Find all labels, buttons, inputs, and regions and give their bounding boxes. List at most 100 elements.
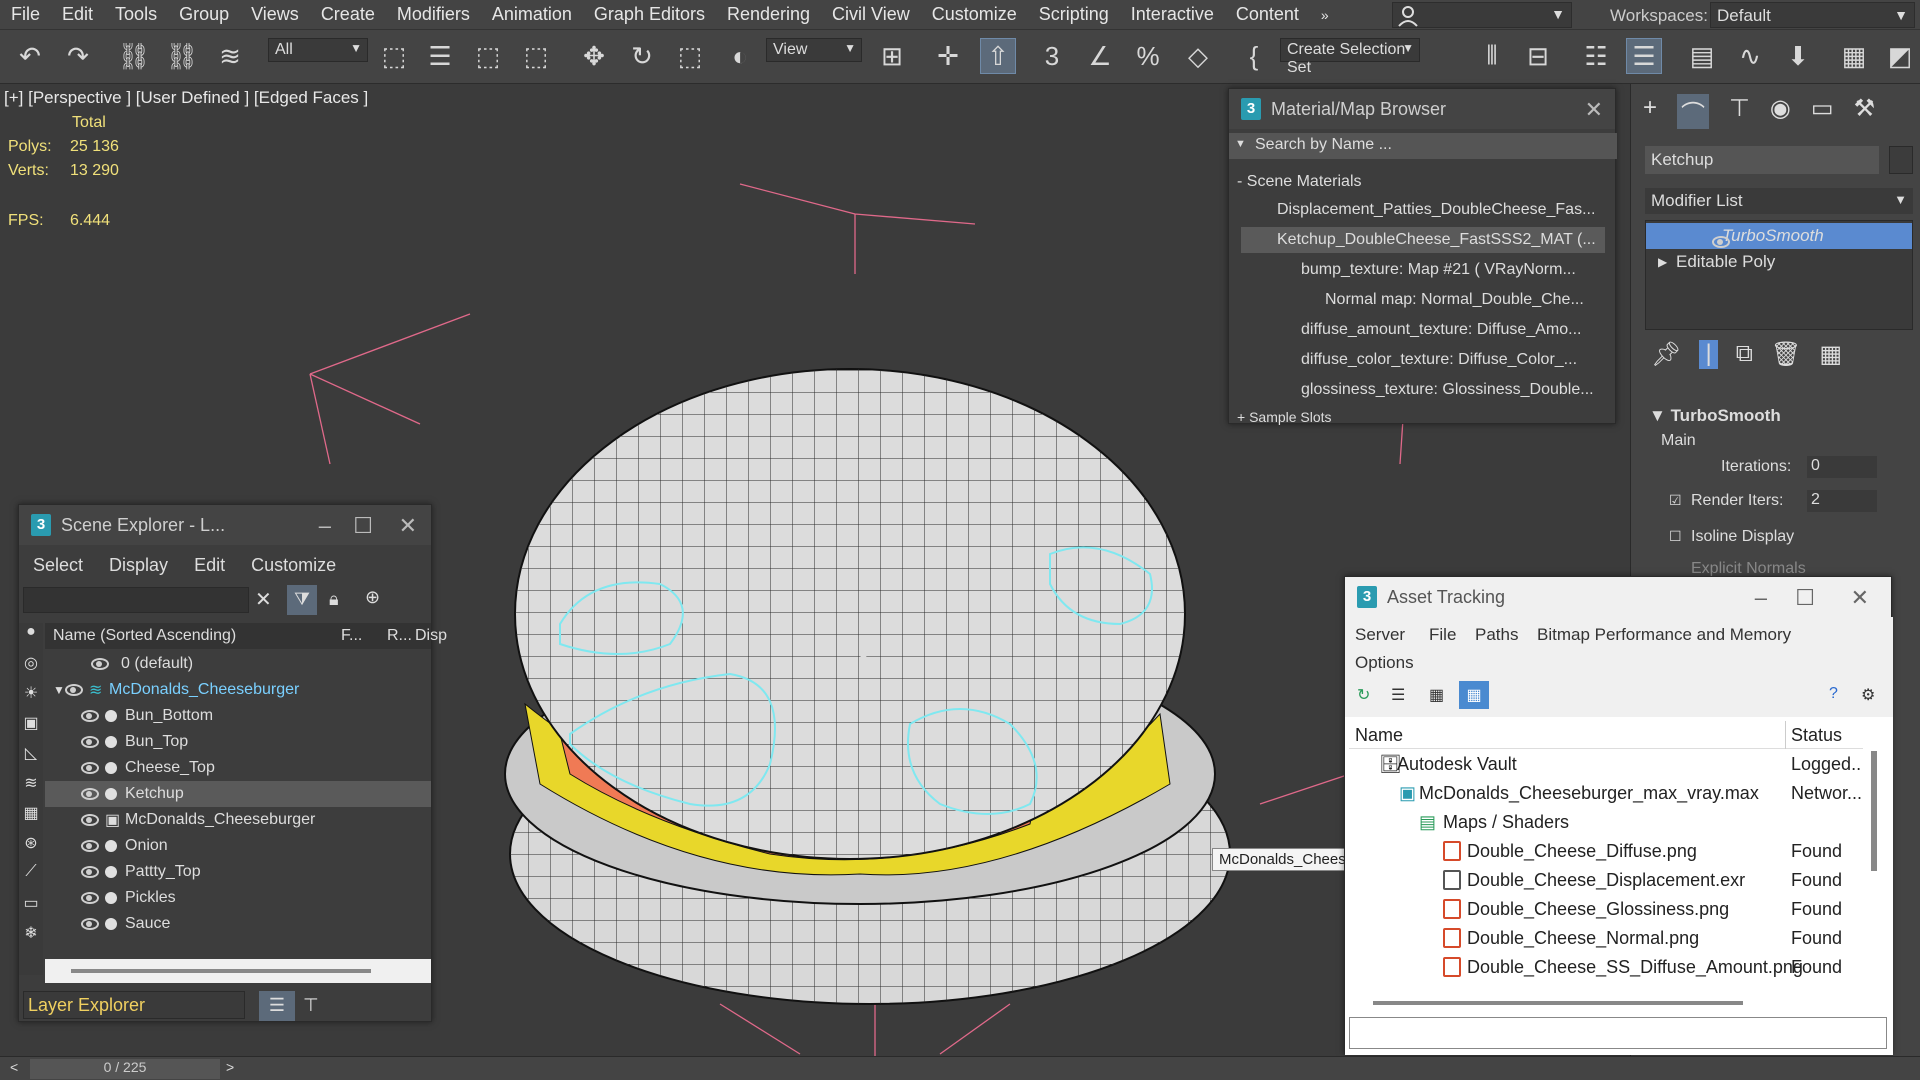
table-row[interactable]: Onion xyxy=(45,833,431,859)
frozen-filter-icon[interactable]: ❄ xyxy=(19,923,43,953)
window-crossing-icon[interactable]: ⬚ xyxy=(518,38,554,74)
bind-spacewarp-icon[interactable]: ≋ xyxy=(212,38,248,74)
table-row[interactable]: ▣ McDonalds_Cheeseburger xyxy=(45,807,431,833)
frame-counter[interactable]: 0 / 225 xyxy=(30,1059,220,1079)
helper-filter-icon[interactable]: ◺ xyxy=(19,743,43,773)
modifier-list-dropdown[interactable]: Modifier List ▼ xyxy=(1645,188,1913,214)
list-item[interactable]: Ketchup_DoubleCheese_FastSSS2_MAT (... xyxy=(1241,227,1605,253)
named-selection-icon[interactable]: { xyxy=(1236,38,1272,74)
light-filter-icon[interactable]: ☀ xyxy=(19,683,43,713)
show-end-result-icon[interactable]: | xyxy=(1699,340,1718,369)
scale-icon[interactable]: ⬚ xyxy=(672,38,708,74)
eye-icon[interactable] xyxy=(81,892,99,904)
list-view-icon[interactable]: ☰ xyxy=(1391,685,1405,705)
table-row[interactable]: Cheese_Top xyxy=(45,755,431,781)
menu-interactive[interactable]: Interactive xyxy=(1120,4,1225,25)
mirror-icon[interactable]: ⫴ xyxy=(1474,38,1510,74)
asset-path-field[interactable] xyxy=(1349,1017,1887,1049)
material-list[interactable]: Displacement_Patties_DoubleCheese_Fas...… xyxy=(1241,197,1605,407)
table-row[interactable]: Ketchup xyxy=(45,781,431,807)
time-slider[interactable]: < 0 / 225 > xyxy=(0,1056,1920,1080)
utilities-tab-icon[interactable]: ⚒ xyxy=(1854,94,1876,129)
eye-icon[interactable] xyxy=(81,866,99,878)
material-browser-titlebar[interactable]: 3 Material/Map Browser ✕ xyxy=(1229,89,1615,129)
settings-icon[interactable]: ⚙ xyxy=(1861,685,1875,705)
eye-icon[interactable] xyxy=(81,762,99,774)
menu-edit[interactable]: Edit xyxy=(51,4,104,25)
eye-icon[interactable] xyxy=(81,788,99,800)
snaps-toggle-icon[interactable]: 3 xyxy=(1034,38,1070,74)
list-item[interactable]: diffuse_amount_texture: Diffuse_Amo... xyxy=(1241,317,1605,343)
eye-icon[interactable] xyxy=(81,840,99,852)
clear-icon[interactable]: ✕ xyxy=(255,587,272,612)
expand-icon[interactable]: ▼ xyxy=(53,683,65,697)
menu-server[interactable]: Server xyxy=(1355,625,1405,645)
menu-options[interactable]: Options xyxy=(1355,653,1414,673)
asset-rows[interactable]: 🗄︎ Autodesk Vault Logged... ▣ McDonalds_Che… xyxy=(1349,751,1863,991)
reference-coordinate-dropdown[interactable]: View ▼ xyxy=(766,38,862,62)
eye-icon[interactable] xyxy=(91,658,109,670)
motion-tab-icon[interactable]: ◉ xyxy=(1770,94,1791,129)
list-item[interactable]: Displacement_Patties_DoubleCheese_Fas... xyxy=(1241,197,1605,223)
menu-file[interactable]: File xyxy=(0,4,51,25)
table-row[interactable]: Pattty_Top xyxy=(45,859,431,885)
col-status[interactable]: Status xyxy=(1791,725,1842,746)
create-tab-icon[interactable]: + xyxy=(1643,94,1657,129)
sample-slots-header[interactable]: + Sample Slots xyxy=(1237,409,1332,425)
viewport-label[interactable]: [+] [Perspective ] [User Defined ] [Edge… xyxy=(4,88,368,108)
modifier-stack[interactable]: TurboSmooth ▶ Editable Poly xyxy=(1645,220,1913,330)
configure-sets-icon[interactable]: ▦ xyxy=(1819,340,1842,369)
scene-search-input[interactable] xyxy=(23,587,249,613)
unlink-icon[interactable]: ⛓ xyxy=(164,38,200,74)
rotate-icon[interactable]: ↻ xyxy=(624,38,660,74)
material-search-input[interactable]: ▼ Search by Name ... xyxy=(1229,133,1617,159)
table-row[interactable]: Bun_Top xyxy=(45,729,431,755)
minimize-icon[interactable]: – xyxy=(1755,585,1767,611)
isoline-display-checkbox[interactable]: ☐ xyxy=(1669,528,1682,545)
table-row[interactable]: Double_Cheese_Normal.png Found xyxy=(1349,925,1863,951)
object-name-field[interactable]: Ketchup xyxy=(1645,146,1879,174)
table-row[interactable]: ▼ ≋ McDonalds_Cheeseburger xyxy=(45,677,431,703)
menu-file[interactable]: File xyxy=(1429,625,1456,645)
refresh-icon[interactable]: ↻ xyxy=(1357,685,1370,705)
selection-filter-dropdown[interactable]: All ▼ xyxy=(268,38,368,62)
col-name[interactable]: Name xyxy=(1355,725,1403,746)
close-icon[interactable]: ✕ xyxy=(1585,97,1603,123)
menu-tools[interactable]: Tools xyxy=(104,4,168,25)
explorer-type-dropdown[interactable]: Layer Explorer xyxy=(23,991,245,1019)
eye-icon[interactable] xyxy=(81,736,99,748)
table-row[interactable]: ▣ McDonalds_Cheeseburger_max_vray.max Netw… xyxy=(1349,780,1863,806)
grid-view-icon[interactable]: ▦ xyxy=(1459,681,1489,709)
create-selection-set-dropdown[interactable]: Create Selection Set ▼ xyxy=(1280,38,1420,76)
menu-views[interactable]: Views xyxy=(240,4,310,25)
filter-icon[interactable]: ⧩ xyxy=(287,585,317,615)
scene-tree[interactable]: 0 (default) ▼ ≋ McDonalds_Cheeseburger Bun… xyxy=(45,651,431,971)
container-filter-icon[interactable]: ▭ xyxy=(19,893,43,923)
iterations-spinner[interactable]: 0 xyxy=(1807,456,1877,478)
turbosmooth-rollout-header[interactable]: ▼ TurboSmooth xyxy=(1649,406,1781,426)
add-layer-icon[interactable]: ⊕ xyxy=(365,587,380,608)
keyboard-shortcut-override-icon[interactable]: ⇧ xyxy=(980,38,1016,74)
expand-icon[interactable]: ▶ xyxy=(1658,255,1667,269)
shape-filter-icon[interactable]: ◎ xyxy=(19,653,43,683)
asset-tracking-titlebar[interactable]: 3 Asset Tracking – ☐ ✕ xyxy=(1345,577,1891,617)
menu-modifiers[interactable]: Modifiers xyxy=(386,4,481,25)
col-render[interactable]: R... xyxy=(387,627,412,645)
table-row[interactable]: Double_Cheese_Displacement.exr Found xyxy=(1349,867,1863,893)
eye-icon[interactable] xyxy=(81,814,99,826)
percent-snap-icon[interactable]: % xyxy=(1130,38,1166,74)
menu-bitmap-performance[interactable]: Bitmap Performance and Memory xyxy=(1537,625,1791,645)
xref-filter-icon[interactable]: ⊛ xyxy=(19,833,43,863)
workspaces-dropdown[interactable]: Default ▼ xyxy=(1710,2,1915,28)
maximize-icon[interactable]: ☐ xyxy=(1795,585,1815,611)
select-object-icon[interactable]: ⬚ xyxy=(376,38,412,74)
help-icon[interactable]: ? xyxy=(1829,685,1838,703)
spacewarp-filter-icon[interactable]: ≋ xyxy=(19,773,43,803)
placement-icon[interactable]: ◐ xyxy=(722,38,758,74)
menu-customize[interactable]: Customize xyxy=(921,4,1028,25)
close-icon[interactable]: ✕ xyxy=(1851,585,1869,611)
user-account-dropdown[interactable]: ▼ xyxy=(1392,2,1572,28)
layer-mode-icon[interactable]: ☰ xyxy=(259,991,295,1021)
menu-graph-editors[interactable]: Graph Editors xyxy=(583,4,716,25)
material-editor-icon[interactable]: ▦ xyxy=(1836,38,1872,74)
